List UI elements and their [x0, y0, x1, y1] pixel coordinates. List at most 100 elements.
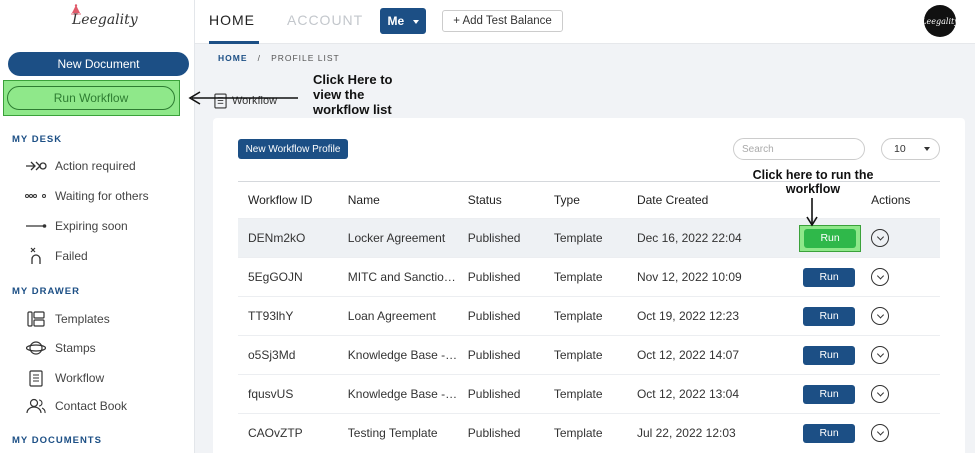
avatar[interactable]: Leegality — [921, 5, 959, 37]
cell-actions — [861, 413, 940, 453]
chevron-down-icon[interactable] — [871, 268, 890, 286]
sidebar-item-templates[interactable]: Templates — [24, 308, 189, 330]
tab-home[interactable]: HOME — [209, 12, 255, 28]
cell-status: Published — [457, 413, 544, 453]
chevron-down-icon[interactable] — [871, 229, 890, 247]
expiring-icon — [24, 218, 48, 234]
cell-workflow-id: 5EgGOJN — [238, 257, 338, 297]
chevron-down-icon[interactable] — [871, 307, 890, 325]
cell-run: Run — [764, 257, 862, 297]
page-title: Workflow — [232, 95, 278, 107]
sidebar-item-label: Action required — [55, 159, 136, 173]
annotation-run-workflow: Click here to run the workflow — [738, 168, 888, 196]
table-row: o5Sj3Md Knowledge Base - … Published Tem… — [238, 335, 940, 375]
table-row: fqusvUS Knowledge Base - … Published Tem… — [238, 374, 940, 414]
sidebar-item-label: Failed — [55, 249, 88, 263]
contact-book-icon — [24, 398, 48, 414]
cell-name: MITC and Sanctio… — [337, 257, 458, 297]
header-type: Type — [543, 181, 627, 219]
section-my-drawer: MY DRAWER — [12, 286, 80, 297]
page-size-select[interactable]: 10 — [881, 138, 940, 160]
add-test-balance-button[interactable]: + Add Test Balance — [442, 10, 563, 32]
annotation-line: workflow list — [313, 102, 392, 117]
tab-active-indicator — [209, 41, 259, 44]
run-workflow-button[interactable]: Run Workflow — [7, 86, 175, 110]
cell-run: Run — [764, 413, 862, 453]
failed-icon — [24, 247, 48, 264]
waiting-icon — [24, 188, 48, 204]
sidebar-item-action-required[interactable]: Action required — [24, 155, 189, 177]
sidebar-item-label: Expiring soon — [55, 219, 128, 233]
workflow-icon — [24, 369, 48, 387]
header-workflow-id: Workflow ID — [238, 181, 338, 219]
cell-name: Loan Agreement — [337, 296, 458, 336]
cell-type: Template — [543, 296, 627, 336]
cell-date: Oct 12, 2022 13:04 — [626, 374, 765, 414]
action-required-icon — [24, 158, 48, 174]
cell-name: Testing Template — [337, 413, 458, 453]
cell-type: Template — [543, 218, 627, 258]
run-button[interactable]: Run — [803, 267, 856, 287]
chevron-down-icon[interactable] — [871, 385, 890, 403]
cell-type: Template — [543, 374, 627, 414]
caret-down-icon — [924, 147, 930, 151]
chevron-down-icon[interactable] — [871, 346, 890, 364]
tab-account[interactable]: ACCOUNT — [287, 12, 363, 28]
annotation-view-list: Click Here to view the workflow list — [313, 72, 392, 117]
cell-date: Oct 12, 2022 14:07 — [626, 335, 765, 375]
sidebar-item-waiting[interactable]: Waiting for others — [24, 185, 189, 207]
cell-workflow-id: CAOvZTP — [238, 413, 338, 453]
cell-name: Knowledge Base - … — [337, 335, 458, 375]
templates-icon — [24, 311, 48, 327]
cell-workflow-id: TT93lhY — [238, 296, 338, 336]
cell-workflow-id: fqusvUS — [238, 374, 338, 414]
section-my-documents: MY DOCUMENTS — [12, 435, 102, 446]
run-button-highlight: Run — [799, 224, 862, 252]
run-button[interactable]: Run — [803, 384, 856, 404]
section-my-desk: MY DESK — [12, 134, 63, 145]
sidebar: Leegality New Document Run Workflow MY D… — [0, 0, 195, 453]
cell-actions — [861, 257, 940, 297]
search-input[interactable] — [733, 138, 865, 160]
breadcrumb-home[interactable]: HOME — [218, 53, 248, 63]
new-document-button[interactable]: New Document — [8, 52, 189, 76]
cell-actions — [861, 374, 940, 414]
sidebar-item-contact-book[interactable]: Contact Book — [24, 395, 189, 417]
table-row: DENm2kO Locker Agreement Published Templ… — [238, 218, 940, 258]
workflow-table: Workflow ID Name Status Type Date Create… — [238, 181, 940, 453]
breadcrumb: HOME / PROFILE LIST — [218, 53, 340, 63]
sidebar-item-workflow[interactable]: Workflow — [24, 367, 189, 389]
cell-workflow-id: o5Sj3Md — [238, 335, 338, 375]
sidebar-item-label: Waiting for others — [55, 189, 149, 203]
cell-status: Published — [457, 374, 544, 414]
cell-run: Run — [764, 296, 862, 336]
run-button[interactable]: Run — [803, 345, 856, 365]
run-button[interactable]: Run — [804, 228, 857, 248]
cell-name: Locker Agreement — [337, 218, 458, 258]
cell-run: Run — [764, 335, 862, 375]
table-row: CAOvZTP Testing Template Published Templ… — [238, 413, 940, 453]
cell-status: Published — [457, 257, 544, 297]
sidebar-item-expiring[interactable]: Expiring soon — [24, 215, 189, 237]
cell-actions — [861, 296, 940, 336]
annotation-line: Click Here to — [313, 72, 393, 87]
sidebar-item-label: Stamps — [55, 341, 96, 355]
run-button[interactable]: Run — [803, 423, 856, 443]
me-label: Me — [387, 14, 405, 28]
logo[interactable]: Leegality — [72, 12, 138, 28]
chevron-down-icon[interactable] — [871, 424, 890, 443]
cell-date: Dec 16, 2022 22:04 — [626, 218, 765, 258]
cell-date: Nov 12, 2022 10:09 — [626, 257, 765, 297]
sidebar-item-stamps[interactable]: Stamps — [24, 337, 189, 359]
sidebar-item-label: Workflow — [55, 371, 105, 385]
header-status: Status — [457, 181, 544, 219]
cell-workflow-id: DENm2kO — [238, 218, 338, 258]
new-workflow-profile-button[interactable]: New Workflow Profile — [238, 139, 348, 159]
cell-type: Template — [543, 335, 627, 375]
run-button[interactable]: Run — [803, 306, 856, 326]
breadcrumb-separator: / — [257, 53, 261, 63]
page-size-value: 10 — [894, 143, 906, 155]
annotation-line: workflow — [785, 182, 841, 196]
me-dropdown-button[interactable]: Me — [380, 8, 426, 34]
sidebar-item-failed[interactable]: Failed — [24, 245, 189, 267]
